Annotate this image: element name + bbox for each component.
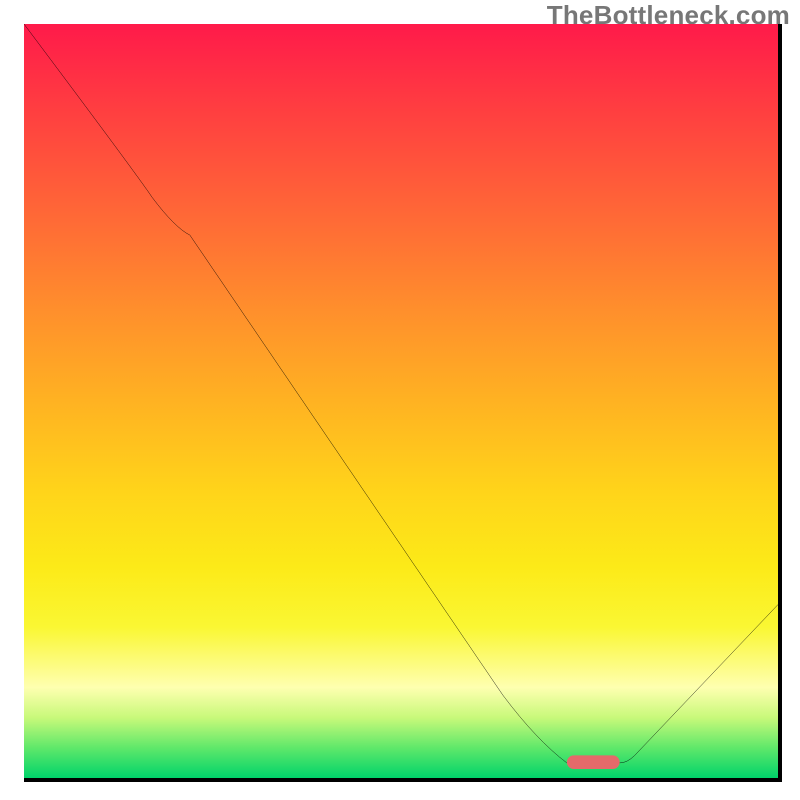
chart-frame: TheBottleneck.com [0, 0, 800, 800]
curve-path [24, 24, 778, 763]
highlight-bar [567, 755, 620, 769]
plot-area [24, 24, 782, 782]
chart-svg [24, 24, 778, 778]
